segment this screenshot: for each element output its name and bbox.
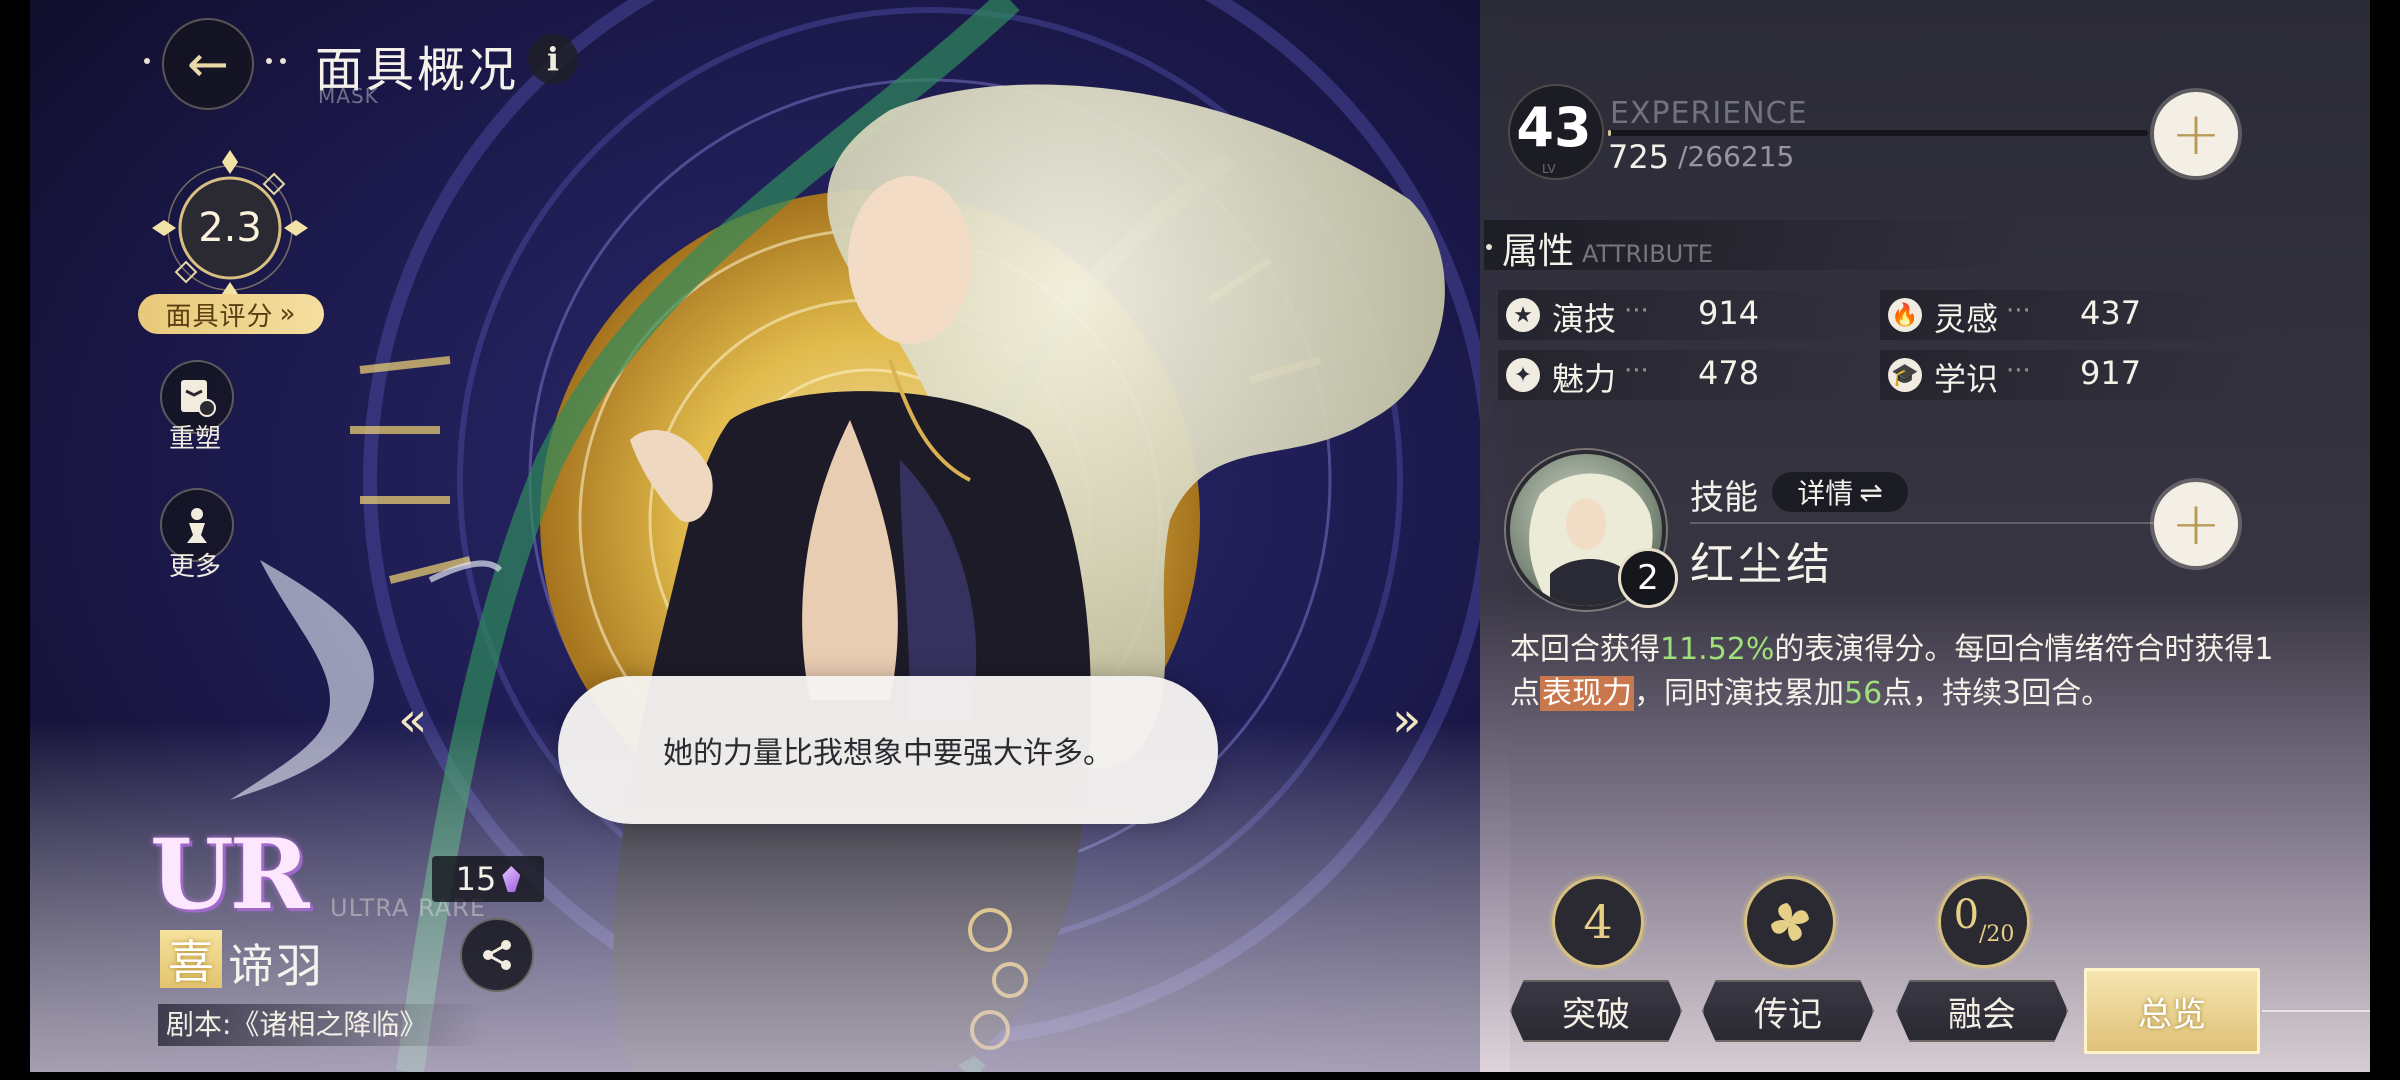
attribute-dots: ···: [2006, 296, 2031, 326]
crystal-icon: [502, 866, 521, 892]
back-arrow-icon: ←: [187, 35, 229, 93]
prev-mask-arrow[interactable]: «: [398, 692, 427, 748]
breakthrough-count: 4: [1583, 895, 1613, 949]
skill-level: 2: [1618, 548, 1678, 608]
level-label: LV: [1542, 162, 1556, 176]
level-up-button[interactable]: +: [2154, 92, 2238, 176]
attribute-value: 437: [2080, 294, 2142, 332]
attribute-name: 魅力: [1552, 360, 1617, 398]
attribute-dots: ···: [1624, 356, 1649, 386]
attribute-dots: ···: [1624, 296, 1649, 326]
fusion-icon[interactable]: 0 /20: [1938, 876, 2030, 968]
share-button[interactable]: [460, 918, 534, 992]
page-subtitle: MASK: [318, 84, 379, 108]
plus-icon: +: [2170, 99, 2222, 169]
back-button[interactable]: ←: [162, 18, 254, 110]
tab-overview-label: 总览: [2138, 994, 2206, 1035]
attribute-value: 914: [1698, 294, 1760, 332]
skill-name: 红尘结: [1690, 539, 1834, 590]
rating-button-label: 面具评分: [165, 301, 274, 332]
attribute-row-charm: ✦ 魅力 ··· 478: [1498, 350, 1868, 400]
dialogue-text: 她的力量比我想象中要强大许多。: [663, 736, 1113, 771]
mask-rating-button[interactable]: 面具评分 »: [138, 294, 324, 334]
reshape-label: 重塑: [168, 424, 221, 454]
attribute-name: 灵感: [1934, 300, 1999, 338]
biography-icon[interactable]: [1744, 876, 1836, 968]
rating-value: 2.3: [198, 205, 262, 251]
decor-dot: [1486, 244, 1492, 250]
swap-arrows-icon: ⇌: [1859, 475, 1883, 509]
clover-icon: [1771, 903, 1809, 941]
experience-max: /266215: [1678, 140, 1795, 173]
graduation-cap-icon: 🎓: [1888, 358, 1922, 392]
emotion-tag: 喜: [160, 930, 222, 989]
share-icon: [483, 940, 511, 970]
skill-detail-button[interactable]: 详情 ⇌: [1772, 472, 1908, 512]
attribute-dots: ···: [2006, 356, 2031, 386]
duplicate-count: 15: [455, 860, 497, 898]
skill-detail-label: 详情: [1797, 477, 1854, 510]
star-icon: ★: [1506, 298, 1540, 332]
info-button[interactable]: i: [528, 34, 578, 84]
mask-rating-badge[interactable]: 2.3: [150, 148, 310, 308]
skill-label: 技能: [1690, 478, 1758, 518]
tab-fusion[interactable]: 融会: [1896, 980, 2068, 1042]
decor-dot: [144, 58, 150, 64]
tab-biography-label: 传记: [1754, 994, 1822, 1035]
experience-bar: [1608, 130, 2148, 136]
experience-current: 725: [1608, 138, 1670, 176]
attribute-title: 属性: [1502, 231, 1575, 272]
info-icon: i: [546, 40, 560, 78]
skill-desc-amount: 56: [1844, 676, 1883, 711]
skill-desc-keyword[interactable]: 表现力: [1540, 676, 1634, 711]
attribute-row-knowledge: 🎓 学识 ··· 917: [1880, 350, 2250, 400]
mask-reshape-icon: [181, 380, 216, 417]
script-label: 剧本:《诸相之降临》: [158, 1004, 486, 1046]
tab-overview[interactable]: 总览: [2084, 968, 2260, 1054]
tab-biography[interactable]: 传记: [1702, 980, 1874, 1042]
attribute-row-acting: ★ 演技 ··· 914: [1498, 290, 1868, 340]
screen-edge-left: [0, 0, 30, 1080]
tab-fusion-label: 融会: [1948, 994, 2016, 1035]
attribute-row-inspiration: 🔥 灵感 ··· 437: [1880, 290, 2250, 340]
screen-edge-bottom: [0, 1072, 2400, 1080]
level-value: 43: [1516, 96, 1592, 159]
skill-desc-percent: 11.52%: [1660, 632, 1775, 667]
fusion-count: 0: [1953, 892, 1980, 938]
breakthrough-icon[interactable]: 4: [1552, 876, 1644, 968]
attribute-value: 478: [1698, 354, 1760, 392]
character-name: 谛羽: [228, 939, 324, 993]
attribute-value: 917: [2080, 354, 2142, 392]
tab-indicator-line: [2262, 1010, 2370, 1012]
attribute-name: 学识: [1934, 360, 1999, 398]
experience-title: EXPERIENCE: [1610, 96, 1808, 131]
attribute-name: 演技: [1552, 300, 1617, 338]
skill-upgrade-button[interactable]: +: [2154, 482, 2238, 566]
experience-bar-fill: [1608, 130, 1611, 136]
dialogue-bubble[interactable]: 她的力量比我想象中要强大许多。: [558, 676, 1218, 824]
attribute-title-en: ATTRIBUTE: [1582, 240, 1714, 268]
skill-desc-text: 点，持续3回合。: [1882, 676, 2112, 711]
plus-icon: +: [2170, 489, 2222, 559]
skill-divider: [1690, 522, 2160, 524]
skill-description: 本回合获得11.52%的表演得分。每回合情绪符合时获得1点表现力，同时演技累加5…: [1510, 628, 2280, 716]
decor-dot: [280, 58, 286, 64]
tab-breakthrough-label: 突破: [1562, 994, 1630, 1035]
fusion-max: /20: [1979, 921, 2015, 947]
more-label: 更多: [168, 552, 221, 582]
skill-desc-text: 本回合获得: [1510, 632, 1660, 667]
duplicate-count-badge: 15: [432, 856, 544, 902]
pinwheel-icon: ✦: [1506, 358, 1540, 392]
tab-breakthrough[interactable]: 突破: [1510, 980, 1682, 1042]
double-chevron-right-icon: »: [279, 299, 297, 329]
rarity-badge: UR: [150, 818, 309, 931]
flame-icon: 🔥: [1888, 298, 1922, 332]
skill-desc-text: ，同时演技累加: [1634, 676, 1844, 711]
screen-edge-right: [2370, 0, 2400, 1080]
decor-dot: [266, 58, 272, 64]
figure-more-icon: [187, 508, 207, 543]
next-mask-arrow[interactable]: »: [1392, 692, 1421, 748]
